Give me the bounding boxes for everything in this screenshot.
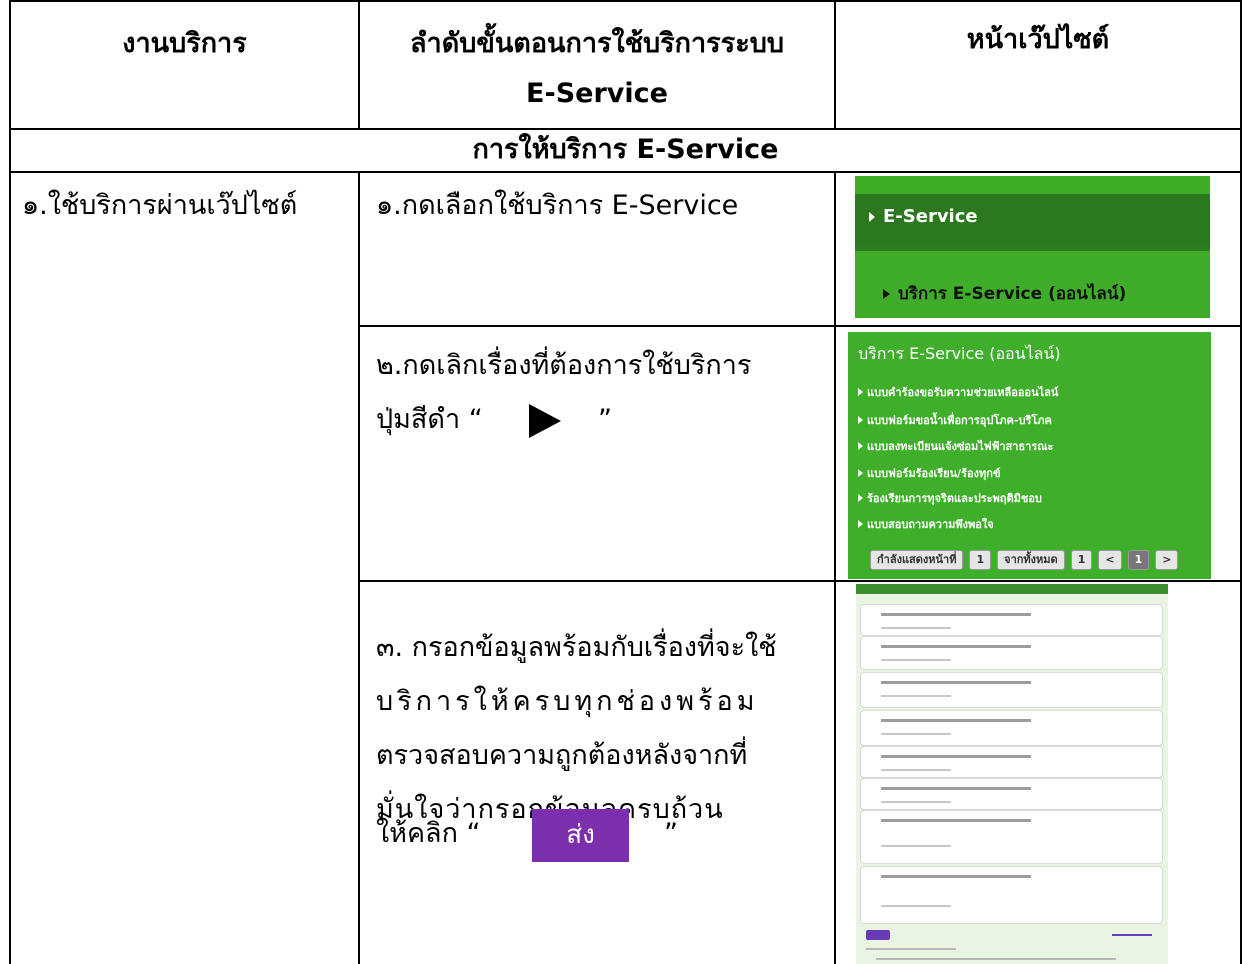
caret-right-icon	[883, 289, 890, 299]
service-list-item[interactable]: แบบฟอร์มร้องเรียน/ร้องทุกข์	[858, 464, 1000, 482]
field-label	[881, 787, 1031, 790]
service-list-item-label: แบบลงทะเบียนแจ้งซ่อมไฟฟ้าสาธารณะ	[867, 440, 1054, 453]
step2-line1: ๒.กดเลิกเรื่องที่ต้องการใช้บริการ	[376, 350, 752, 381]
service-list-item-label: แบบฟอร์มขอน้ำเพื่อการอุปโภค-บริโภค	[867, 414, 1052, 427]
table-step1-bottom	[358, 325, 1242, 327]
play-triangle-icon	[529, 404, 561, 438]
header-steps-line1: ลำดับขั้นตอนการใช้บริการระบบ	[410, 28, 784, 59]
field-label	[881, 719, 1031, 722]
field-input	[881, 659, 951, 661]
caret-right-icon	[869, 212, 875, 222]
caret-right-icon	[858, 520, 863, 528]
form-field-card[interactable]	[860, 672, 1163, 708]
field-input	[881, 733, 951, 735]
table-divider-col1-lower	[358, 172, 360, 964]
service-list-item[interactable]: แบบสอบถามความพึงพอใจ	[858, 515, 994, 533]
service-list-item-label: ร้องเรียนการทุจริตและประพฤติมิชอบ	[867, 492, 1042, 505]
form-field-card[interactable]	[860, 778, 1163, 810]
form-submit-button[interactable]	[866, 930, 890, 940]
pager-total: 1	[1070, 550, 1093, 570]
pager-showing-label: กำลังแสดงหน้าที่	[870, 550, 964, 570]
step3-last-suffix: ”	[664, 818, 678, 849]
caret-right-icon	[858, 494, 863, 502]
form-clear-link[interactable]	[1112, 934, 1152, 936]
service-list-screenshot: บริการ E-Service (ออนไลน์) แบบคำร้องขอรั…	[848, 332, 1211, 579]
form-field-card[interactable]	[860, 866, 1163, 924]
form-field-card[interactable]	[860, 810, 1163, 864]
service-list-item[interactable]: แบบคำร้องขอรับความช่วยเหลือออนไลน์	[858, 383, 1058, 401]
field-input	[881, 845, 951, 847]
service-list-item[interactable]: แบบฟอร์มขอน้ำเพื่อการอุปโภค-บริโภค	[858, 411, 1052, 429]
menu-screenshot: E-Service บริการ E-Service (ออนไลน์)	[855, 176, 1210, 318]
form-header-bar	[856, 584, 1168, 594]
field-label	[881, 645, 1031, 648]
field-input	[881, 905, 951, 907]
header-steps-line2: E-Service	[526, 78, 668, 109]
service-name: ๑.ใช้บริการผ่านเว๊ปไซต์	[22, 190, 298, 221]
section-title: การให้บริการ E-Service	[472, 134, 779, 165]
field-label	[881, 681, 1031, 684]
send-button[interactable]: ส่ง	[532, 809, 629, 862]
field-input	[881, 627, 951, 629]
field-input	[881, 769, 951, 771]
menu-eservice-label: E-Service	[883, 206, 978, 227]
field-input	[881, 695, 951, 697]
step3-last-prefix: ให้คลิก “	[376, 818, 481, 849]
pager-prev-button[interactable]: <	[1098, 550, 1122, 570]
field-input	[881, 801, 951, 803]
menu-eservice-item[interactable]: E-Service	[869, 206, 978, 227]
pager-current-page[interactable]: 1	[1127, 550, 1150, 570]
caret-right-icon	[858, 442, 863, 450]
service-list-item[interactable]: แบบลงทะเบียนแจ้งซ่อมไฟฟ้าสาธารณะ	[858, 437, 1053, 455]
pager-next-button[interactable]: >	[1155, 550, 1179, 570]
service-list-item-label: แบบฟอร์มร้องเรียน/ร้องทุกข์	[867, 467, 1001, 480]
header-service: งานบริการ	[122, 28, 247, 59]
table-border-top	[9, 0, 1242, 2]
step3-line2: บริการให้ครบทุกช่องพร้อม	[376, 686, 759, 717]
pagination: กำลังแสดงหน้าที่ 1 จากทั้งหมด 1 < 1 >	[870, 550, 1179, 570]
menu-top-strip	[855, 176, 1210, 194]
form-field-card[interactable]	[860, 604, 1163, 636]
header-website: หน้าเว๊ปไซต์	[966, 24, 1110, 55]
caret-right-icon	[858, 469, 863, 477]
form-field-card[interactable]	[860, 746, 1163, 778]
form-footer-text	[866, 948, 956, 950]
form-footer-text	[876, 958, 1116, 960]
field-label	[881, 875, 1031, 878]
step3-line1: ๓. กรอกข้อมูลพร้อมกับเรื่องที่จะใช้	[376, 632, 777, 663]
form-field-card[interactable]	[860, 636, 1163, 670]
caret-right-icon	[858, 388, 863, 396]
table-border-right	[1240, 0, 1242, 964]
service-list-title: บริการ E-Service (ออนไลน์)	[858, 344, 1061, 363]
caret-right-icon	[858, 416, 863, 424]
service-list-item-label: แบบสอบถามความพึงพอใจ	[867, 518, 994, 531]
table-step2-bottom	[358, 580, 1242, 582]
step1-text: ๑.กดเลือกใช้บริการ E-Service	[376, 190, 739, 221]
service-list-item[interactable]: ร้องเรียนการทุจริตและประพฤติมิชอบ	[858, 489, 1042, 507]
field-label	[881, 613, 1031, 616]
field-label	[881, 755, 1031, 758]
step3-line3: ตรวจสอบความถูกต้องหลังจากที่	[376, 740, 748, 771]
pager-of-label: จากทั้งหมด	[997, 550, 1065, 570]
step2-line2-prefix: ปุ่มสีดำ “	[376, 404, 483, 435]
form-field-card[interactable]	[860, 710, 1163, 746]
field-label	[881, 819, 1031, 822]
step2-line2-suffix: ”	[598, 404, 612, 435]
table-divider-col2-lower	[834, 172, 836, 964]
service-list-item-label: แบบคำร้องขอรับความช่วยเหลือออนไลน์	[867, 386, 1059, 399]
pager-page: 1	[969, 550, 992, 570]
form-screenshot	[856, 584, 1168, 964]
menu-subitem-label: บริการ E-Service (ออนไลน์)	[898, 284, 1127, 304]
menu-subitem[interactable]: บริการ E-Service (ออนไลน์)	[883, 280, 1126, 307]
